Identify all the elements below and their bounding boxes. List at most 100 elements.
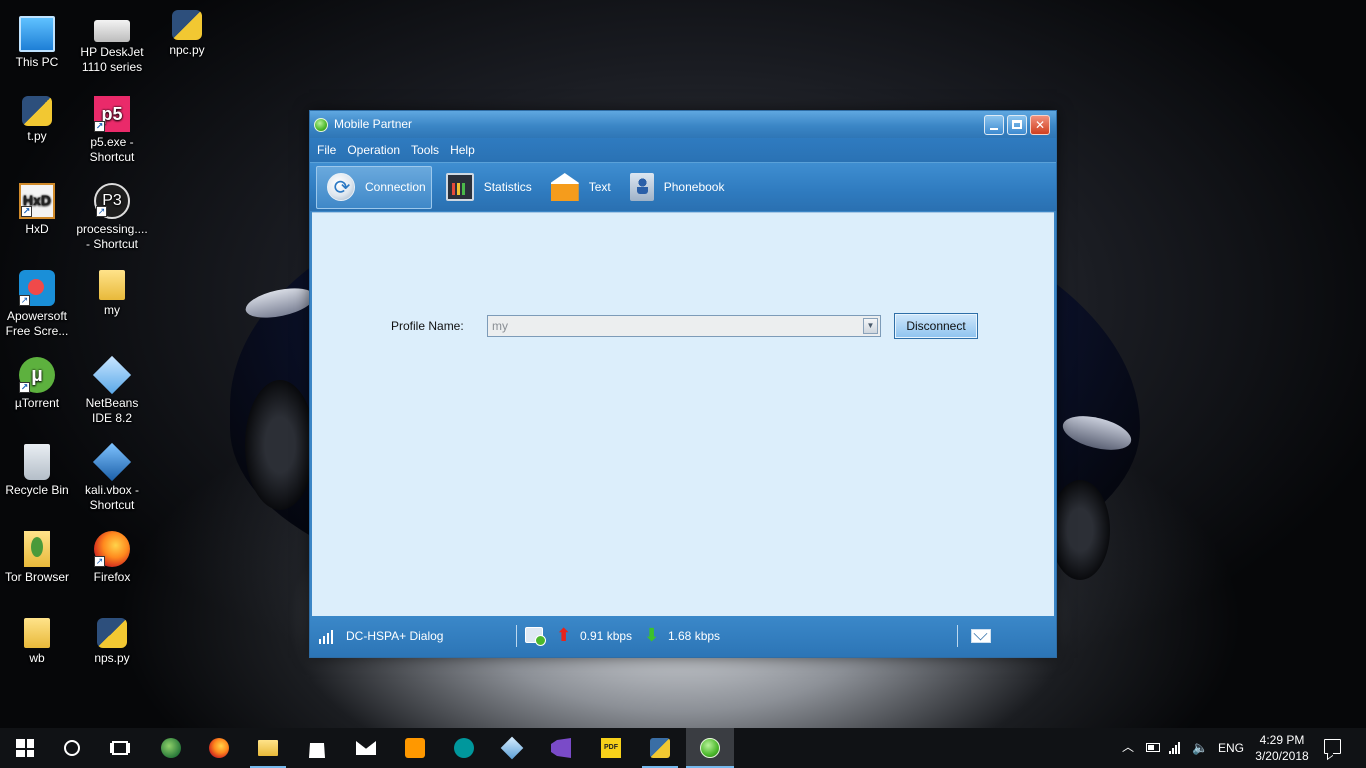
virtualbox-icon [500,736,524,760]
pdf-reader-icon: PDF [601,738,621,758]
taskbar-app-virtualbox[interactable] [488,728,536,768]
text-message-icon [550,173,579,201]
desktop-icon-hp-deskjet[interactable]: HP DeskJet 1110 series [75,10,149,75]
profile-name-label: Profile Name: [391,319,464,333]
battery-icon[interactable] [1146,743,1160,752]
tab-label: Text [588,180,611,194]
menu-operation[interactable]: Operation [347,138,407,162]
python-file-icon [22,96,52,126]
taskbar-app-firefox[interactable] [195,728,243,768]
window-title: Mobile Partner [334,117,413,131]
desktop-icon-label: nps.py [94,651,130,665]
clock-time: 4:29 PM [1259,733,1305,747]
tab-connection[interactable]: Connection [316,165,432,209]
download-speed: 1.68 kbps [668,629,721,643]
desktop-icon-t-py[interactable]: t.py [0,96,74,144]
printer-icon [94,20,130,42]
desktop-icon-my[interactable]: my [75,270,149,318]
chevron-down-icon[interactable]: ▼ [863,318,878,334]
desktop-icon-processing[interactable]: P3 ↗ processing.... - Shortcut [75,183,149,252]
desktop-icon-label: kali.vbox - Shortcut [84,483,140,512]
desktop-icon-p5[interactable]: p5 ↗ p5.exe - Shortcut [75,96,149,165]
visual-studio-icon [551,738,571,758]
desktop-icon-recycle-bin[interactable]: Recycle Bin [0,444,74,498]
connection-panel: Profile Name: my ▼ Disconnect [312,212,1054,616]
hxd-app-icon: HxD ↗ [19,183,55,219]
taskbar-app-globe[interactable] [147,728,195,768]
status-divider [516,625,517,647]
clock-date: 3/20/2018 [1255,749,1309,763]
signal-strength-icon [319,628,335,644]
tor-browser-icon [24,531,50,567]
desktop-icon-tor-browser[interactable]: Tor Browser [0,531,74,585]
p5-app-icon: p5 ↗ [94,96,130,132]
task-view-button[interactable] [96,728,144,768]
menu-help[interactable]: Help [450,138,482,162]
search-button[interactable] [48,728,96,768]
python-file-icon [97,618,127,648]
desktop-icon-label: Tor Browser [4,570,69,584]
taskbar-app-file-explorer[interactable] [244,728,292,768]
desktop-icon-nps-py[interactable]: nps.py [75,618,149,666]
shortcut-arrow-icon: ↗ [19,382,30,393]
tab-phonebook[interactable]: Phonebook [620,166,730,209]
arduino-icon [454,738,474,758]
volume-icon[interactable]: 🔈 [1192,740,1208,756]
desktop-icon-label: This PC [15,55,59,69]
window-titlebar[interactable]: Mobile Partner ✕ [310,111,1056,138]
chevron-up-icon[interactable]: ︿ [1121,740,1135,754]
taskbar-app-pdf[interactable]: PDF [587,728,635,768]
tab-label: Connection [365,180,426,194]
desktop-icon-firefox[interactable]: ↗ Firefox [75,531,149,585]
windows-logo-icon [16,739,34,757]
taskbar-app-python[interactable] [636,728,684,768]
download-arrow-icon: ⬇ [644,625,660,645]
desktop-icon-label: Recycle Bin [5,483,69,497]
desktop-icon-npc-py[interactable]: npc.py [150,10,224,58]
desktop-icon-label: HP DeskJet 1110 series [80,45,144,74]
status-divider [957,625,958,647]
minimize-button[interactable] [984,115,1004,135]
shortcut-arrow-icon: ↗ [96,206,107,217]
close-button[interactable]: ✕ [1030,115,1050,135]
language-indicator[interactable]: ENG [1218,740,1244,768]
desktop-icon-label: Apowersoft Free Scre... [5,309,69,338]
mobile-partner-window: Mobile Partner ✕ File Operation Tools He… [309,110,1057,658]
notification-center-icon[interactable] [1324,739,1341,754]
python-file-icon [172,10,202,40]
minimize-icon [990,128,998,130]
taskbar-app-sublime[interactable] [391,728,439,768]
utorrent-app-icon: µ ↗ [19,357,55,393]
desktop-icon-kali-vbox[interactable]: kali.vbox - Shortcut [75,442,149,513]
maximize-button[interactable] [1007,115,1027,135]
start-button[interactable] [0,728,48,768]
profile-name-dropdown[interactable]: my ▼ [487,315,881,337]
taskbar-app-mail[interactable] [342,728,390,768]
menu-tools[interactable]: Tools [411,138,446,162]
network-signal-icon[interactable] [1169,741,1183,754]
taskbar-app-store[interactable] [293,728,341,768]
taskbar-app-mobile-partner[interactable] [686,728,734,768]
desktop-icon-utorrent[interactable]: µ ↗ µTorrent [0,357,74,411]
desktop-icon-netbeans[interactable]: NetBeans IDE 8.2 [75,355,149,426]
sublime-text-icon [405,738,425,758]
desktop-icon-wb[interactable]: wb [0,618,74,666]
desktop-icon-label: µTorrent [14,396,60,410]
tab-text[interactable]: Text [541,166,616,209]
desktop-icon-apowersoft[interactable]: ↗ Apowersoft Free Scre... [0,270,74,339]
clock[interactable]: 4:29 PM 3/20/2018 [1252,732,1312,768]
globe-icon [161,738,181,758]
disconnect-button[interactable]: Disconnect [894,313,978,339]
shortcut-arrow-icon: ↗ [19,295,30,306]
taskbar-app-arduino[interactable] [440,728,488,768]
desktop-icon-hxd[interactable]: HxD ↗ HxD [0,183,74,237]
taskbar-app-visual-studio[interactable] [537,728,585,768]
tab-label: Phonebook [663,180,725,194]
desktop-icon-this-pc[interactable]: This PC [0,10,74,70]
mail-icon[interactable] [971,629,991,643]
tab-statistics[interactable]: Statistics [436,166,537,209]
network-connection-icon [525,627,546,646]
desktop-icon-label: my [104,303,120,317]
menu-file[interactable]: File [317,138,343,162]
phonebook-icon [629,173,654,201]
